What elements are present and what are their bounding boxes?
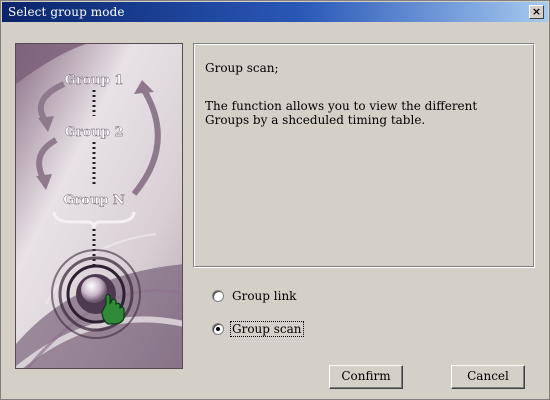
group-mode-illustration: Group 1 Group 2 Group N: [15, 43, 183, 369]
description-frame: Group scan; The function allows you to v…: [194, 44, 534, 267]
group-label-1: Group 1: [65, 73, 124, 88]
radio-group-link[interactable]: Group link: [212, 287, 297, 305]
close-icon: ×: [531, 5, 542, 18]
group-label-2: Group 2: [65, 125, 124, 140]
radio-label-group-scan[interactable]: Group scan: [230, 321, 304, 337]
confirm-button[interactable]: Confirm: [329, 365, 403, 389]
illustration-graphic: Group 1 Group 2 Group N: [16, 44, 182, 368]
radio-group-scan[interactable]: Group scan: [212, 320, 304, 338]
title-bar[interactable]: Select group mode ×: [2, 2, 548, 22]
group-label-n: Group N: [63, 193, 125, 208]
description-panel: Group scan; The function allows you to v…: [193, 43, 535, 268]
select-group-mode-dialog: Select group mode × Group 1 Group 2 Grou…: [0, 0, 550, 400]
close-button[interactable]: ×: [529, 5, 544, 19]
window-title: Select group mode: [8, 5, 125, 19]
radio-button-group-link[interactable]: [212, 290, 224, 302]
radio-button-group-scan[interactable]: [212, 323, 224, 335]
radio-label-group-link[interactable]: Group link: [231, 289, 297, 303]
description-title: Group scan;: [205, 61, 279, 75]
cancel-button[interactable]: Cancel: [451, 365, 525, 389]
description-text: The function allows you to view the diff…: [205, 99, 478, 127]
